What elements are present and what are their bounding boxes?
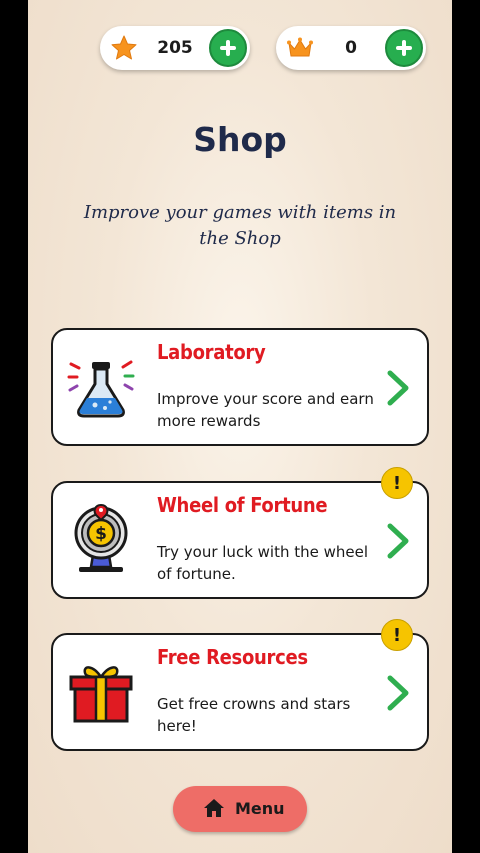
add-stars-button[interactable] <box>209 29 247 67</box>
chevron-right-icon <box>387 370 409 406</box>
shop-item-title: Laboratory <box>157 340 266 364</box>
page-subtitle: Improve your games with items in the Sho… <box>83 202 397 249</box>
shop-item-title: Wheel of Fortune <box>157 493 328 517</box>
shop-screen: 205 0 Shop Improve your games with items… <box>28 0 452 853</box>
shop-item-laboratory[interactable]: Laboratory Improve your score and earn m… <box>51 328 429 446</box>
star-icon <box>111 35 137 60</box>
flask-icon <box>67 360 135 418</box>
stars-value: 205 <box>157 38 193 58</box>
shop-item-wheel-of-fortune[interactable]: ! $ Wheel of Fortune Try your luck with … <box>51 467 429 599</box>
page-title: Shop <box>193 120 287 159</box>
menu-button[interactable]: Menu <box>173 786 307 832</box>
chevron-right-icon <box>387 523 409 559</box>
stars-counter: 205 <box>100 26 250 70</box>
shop-item-description: Try your luck with the wheel of fortune. <box>157 543 369 583</box>
wheel-of-fortune-icon: $ <box>74 503 128 572</box>
shop-item-description: Get free crowns and stars here! <box>157 695 351 735</box>
crown-icon <box>287 37 313 57</box>
add-crowns-button[interactable] <box>385 29 423 67</box>
shop-item-free-resources[interactable]: ! Free Resources Get free crowns and sta… <box>51 619 429 751</box>
shop-item-title: Free Resources <box>157 645 308 669</box>
menu-button-label: Menu <box>235 799 285 818</box>
shop-item-description: Improve your score and earn more rewards <box>157 390 374 430</box>
home-icon <box>204 799 224 817</box>
crowns-counter: 0 <box>276 26 426 70</box>
svg-text:$: $ <box>95 524 107 544</box>
notification-badge: ! <box>381 619 413 651</box>
gift-icon <box>69 666 133 723</box>
chevron-right-icon <box>387 675 409 711</box>
notification-badge: ! <box>381 467 413 499</box>
crowns-value: 0 <box>345 38 357 58</box>
